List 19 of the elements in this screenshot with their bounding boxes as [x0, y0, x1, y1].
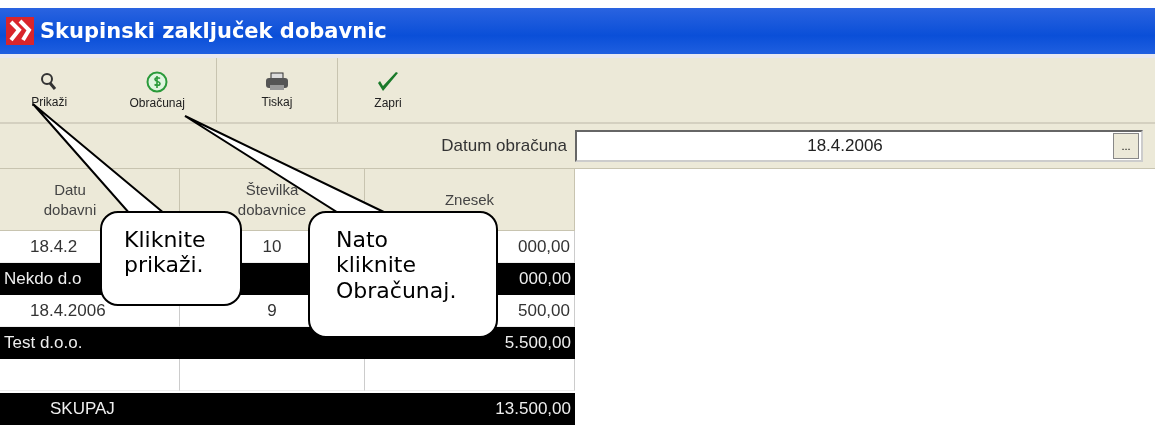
toolbar-button[interactable]: Zapri: [368, 58, 408, 122]
app-icon: [6, 17, 34, 45]
table-cell: Test d.o.o.: [4, 333, 83, 353]
printer-icon: [264, 71, 290, 92]
table-cell: SKUPAJ: [50, 399, 115, 419]
field-label: Datum obračuna: [441, 136, 567, 156]
window-title: Skupinski zaključek dobavnic: [40, 19, 387, 43]
checkmark-icon: [376, 70, 400, 93]
toolbar-button[interactable]: Prikaži: [25, 58, 74, 122]
table-cell: Nekdo d.o: [4, 269, 82, 289]
toolbar-button[interactable]: Obračunaj: [123, 58, 191, 122]
table-cell: 000,00: [519, 269, 571, 289]
table-cell: 13.500,00: [495, 399, 571, 419]
search-icon: [40, 71, 59, 92]
toolbar-button[interactable]: Tiskaj: [255, 58, 299, 122]
dollar-coin-icon: [146, 70, 169, 93]
date-field[interactable]: 18.4.2006 ...: [575, 130, 1143, 162]
browse-button[interactable]: ...: [1113, 133, 1139, 159]
table-cell: 5.500,00: [504, 333, 571, 353]
